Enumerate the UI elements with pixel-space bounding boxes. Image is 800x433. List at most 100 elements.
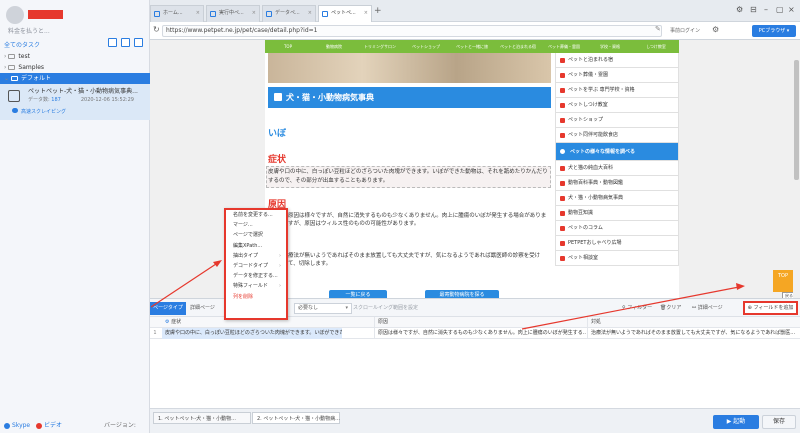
special-field-menu-item[interactable]: 特殊フィールド › — [226, 281, 286, 291]
page-icon — [210, 11, 216, 17]
detail-page-button[interactable]: ⚯ 詳細ページ — [692, 303, 723, 314]
user-profile[interactable] — [6, 6, 66, 24]
skype-icon — [4, 422, 10, 429]
tree-item-samples[interactable]: › Samples — [0, 62, 150, 73]
data-table: ⚙ 症状 原因 対処 1 皮膚や口の中に、白っぽい豆粒ほどのざらついた肉塊ができ… — [150, 317, 800, 339]
table-cell[interactable]: 原因は様々ですが、自然に消失するものも少なくありません。肉上に腫瘍のいぼが発生す… — [374, 328, 586, 339]
sidebar-link[interactable]: ペットしつけ教室 — [555, 98, 679, 113]
skype-link[interactable]: Skype — [12, 422, 30, 429]
tree-item-test[interactable]: › test — [0, 51, 150, 62]
sidebar-link[interactable]: 犬と猫の純血大百科 — [555, 161, 679, 176]
save-button[interactable]: 保存 — [762, 415, 796, 429]
tab-home[interactable]: ホーム... × — [150, 5, 204, 22]
menu-label: 抽出タイプ — [233, 252, 259, 259]
sidebar-link[interactable]: 動物豆知識 — [555, 206, 679, 221]
page-type-button[interactable]: ページタイプ — [150, 302, 186, 315]
sidebar-link[interactable]: 動物百科事典・動物図鑑 — [555, 176, 679, 191]
table-cell[interactable]: 皮膚や口の中に、白っぽい豆粒ほどのざらついた肉塊ができます。いぼができた動物は、… — [162, 328, 342, 339]
close-icon[interactable]: × — [308, 6, 312, 21]
cause-text[interactable]: 原因は様々ですが、自然に消失するものも少なくありません。肉上に腫瘍のいぼが発生す… — [288, 212, 550, 228]
new-tab-button[interactable]: + — [374, 6, 382, 16]
tree-item-default[interactable]: ⌄ デフォルト — [0, 73, 150, 84]
nav-item[interactable]: しつけ教室 — [633, 40, 679, 53]
table-row[interactable]: 1 皮膚や口の中に、白っぽい豆粒ほどのざらついた肉塊ができます。いぼができた動物… — [150, 328, 800, 339]
new-folder-icon[interactable] — [108, 38, 117, 47]
scroll-range-link[interactable]: スクロールイング範囲を設定 — [353, 303, 418, 314]
tab-data[interactable]: データペ... × — [262, 5, 316, 22]
nav-item[interactable]: 動物病院 — [311, 40, 357, 53]
modify-data-menu-item[interactable]: データを修正する... — [226, 271, 286, 281]
step-tab[interactable]: 1. ペットペット-犬・猫・小動物... — [153, 412, 251, 424]
scrollbar-thumb[interactable] — [794, 60, 799, 180]
table-cell[interactable]: 治療法が無いようであればそのまま放置しても大丈夫ですが、気になるようであれば獣医… — [587, 328, 799, 339]
detail-page-tab[interactable]: 詳細ページ — [190, 303, 215, 314]
merge-menu-item[interactable]: マージ... — [226, 220, 286, 230]
rename-menu-item[interactable]: 名前を変更する... — [226, 210, 286, 220]
run-button[interactable]: ▶ 起動 — [713, 415, 759, 429]
nav-item[interactable]: TOP — [265, 40, 311, 53]
pre-login-label[interactable]: 事前ログイン — [670, 27, 700, 34]
clear-button[interactable]: 🗑クリア — [660, 303, 681, 314]
import-icon[interactable] — [121, 38, 130, 47]
filter-button[interactable]: ⚲ フィルター — [622, 303, 652, 314]
pin-icon[interactable]: ⊟ — [750, 5, 757, 14]
minimize-icon[interactable]: – — [764, 5, 768, 14]
data-count[interactable]: 187 — [51, 97, 61, 103]
nav-item[interactable]: 学校・資格 — [587, 40, 633, 53]
back-to-list-button[interactable]: 一覧に戻る — [329, 290, 387, 298]
sidebar-link[interactable]: ペット相談室 — [555, 251, 679, 266]
add-field-button[interactable]: ⊕ フィールドを追加 — [743, 301, 798, 315]
chevron-right-icon: › — [279, 252, 281, 259]
pagination-select[interactable]: 必要なし ▾ — [294, 303, 352, 314]
sidebar-link[interactable]: ペット葬儀・霊園 — [555, 68, 679, 83]
close-icon[interactable]: × — [196, 6, 200, 21]
task-item[interactable]: ペットペット-犬・猫・小動物病気事典... データ数: 187 2020-12-0… — [0, 84, 150, 120]
step-tab[interactable]: 2. ペットペット-犬・猫・小動物病... — [252, 412, 340, 424]
nav-item[interactable]: ペットショップ — [403, 40, 449, 53]
all-tasks-label[interactable]: 全てのタスク — [4, 40, 40, 49]
find-hospital-button[interactable]: 最寄動物病院を探る — [425, 290, 499, 298]
decode-type-menu-item[interactable]: デコードタイプ › — [226, 261, 286, 271]
video-icon — [36, 422, 43, 429]
maximize-icon[interactable]: ▢ — [776, 5, 784, 14]
column-header[interactable]: 原因 — [374, 317, 586, 328]
sidebar-link[interactable]: ペット同伴可能飲食店 — [555, 128, 679, 143]
sidebar-link[interactable]: ペットショップ — [555, 113, 679, 128]
select-in-page-menu-item[interactable]: ページで選択 — [226, 230, 286, 240]
treatment-text[interactable]: 療法が無いようであればそのまま放置しても大丈夫ですが、気になるようであれば獣医師… — [288, 252, 550, 268]
sidebar-link[interactable]: ペットを学ぶ 専門学校・資格 — [555, 83, 679, 98]
cloud-scrape-link[interactable]: 高速スクレイピング — [12, 108, 66, 115]
sidebar-link[interactable]: ペットと泊まれる宿 — [555, 53, 679, 68]
plan-subtitle: 料金を払うと... — [8, 28, 50, 35]
gear-icon[interactable]: ⚙ — [712, 25, 719, 34]
nav-item[interactable]: ペット葬儀・霊園 — [541, 40, 587, 53]
close-icon[interactable]: × — [252, 6, 256, 21]
scroll-top-button[interactable]: TOP — [773, 270, 793, 292]
close-window-icon[interactable]: × — [788, 5, 795, 14]
pc-browser-button[interactable]: PCブラウザ ▾ — [752, 25, 796, 37]
new-task-icon[interactable] — [134, 38, 143, 47]
sidebar-link[interactable]: PETPETおしゃべり広場 — [555, 236, 679, 251]
video-link[interactable]: ビデオ — [44, 422, 62, 429]
symptom-text[interactable]: 皮膚や口の中に、白っぽい豆粒ほどのざらついた肉塊ができます。いぼができた動物は、… — [266, 166, 551, 188]
nav-item[interactable]: ペットと一緒に旅 — [449, 40, 495, 53]
medical-icon — [274, 93, 282, 101]
page-scrollbar[interactable] — [793, 40, 800, 298]
extract-type-menu-item[interactable]: 抽出タイプ › — [226, 251, 286, 261]
close-icon[interactable]: × — [364, 6, 368, 21]
disease-title: いぼ — [268, 129, 287, 139]
sidebar-link[interactable]: 犬・猫・小動物病気事典 — [555, 191, 679, 206]
tab-petpet[interactable]: ペットペ... × — [318, 5, 372, 22]
delete-column-menu-item[interactable]: 列を削除 — [226, 292, 286, 302]
gear-icon[interactable]: ⚙ — [736, 5, 743, 14]
sidebar-link[interactable]: ペットのコラム — [555, 221, 679, 236]
column-header[interactable]: 対処 — [587, 317, 799, 328]
nav-item[interactable]: ペットと泊まれる宿 — [495, 40, 541, 53]
edit-xpath-menu-item[interactable]: 編集XPath... — [226, 241, 286, 251]
url-input[interactable]: https://www.petpet.ne.jp/pet/case/detail… — [162, 25, 662, 37]
robot-icon — [8, 90, 20, 102]
tab-running[interactable]: 実行中ペ... × — [206, 5, 260, 22]
edit-icon[interactable]: ✎ — [655, 25, 661, 33]
nav-item[interactable]: トリミングサロン — [357, 40, 403, 53]
reload-icon[interactable]: ↻ — [153, 25, 160, 34]
